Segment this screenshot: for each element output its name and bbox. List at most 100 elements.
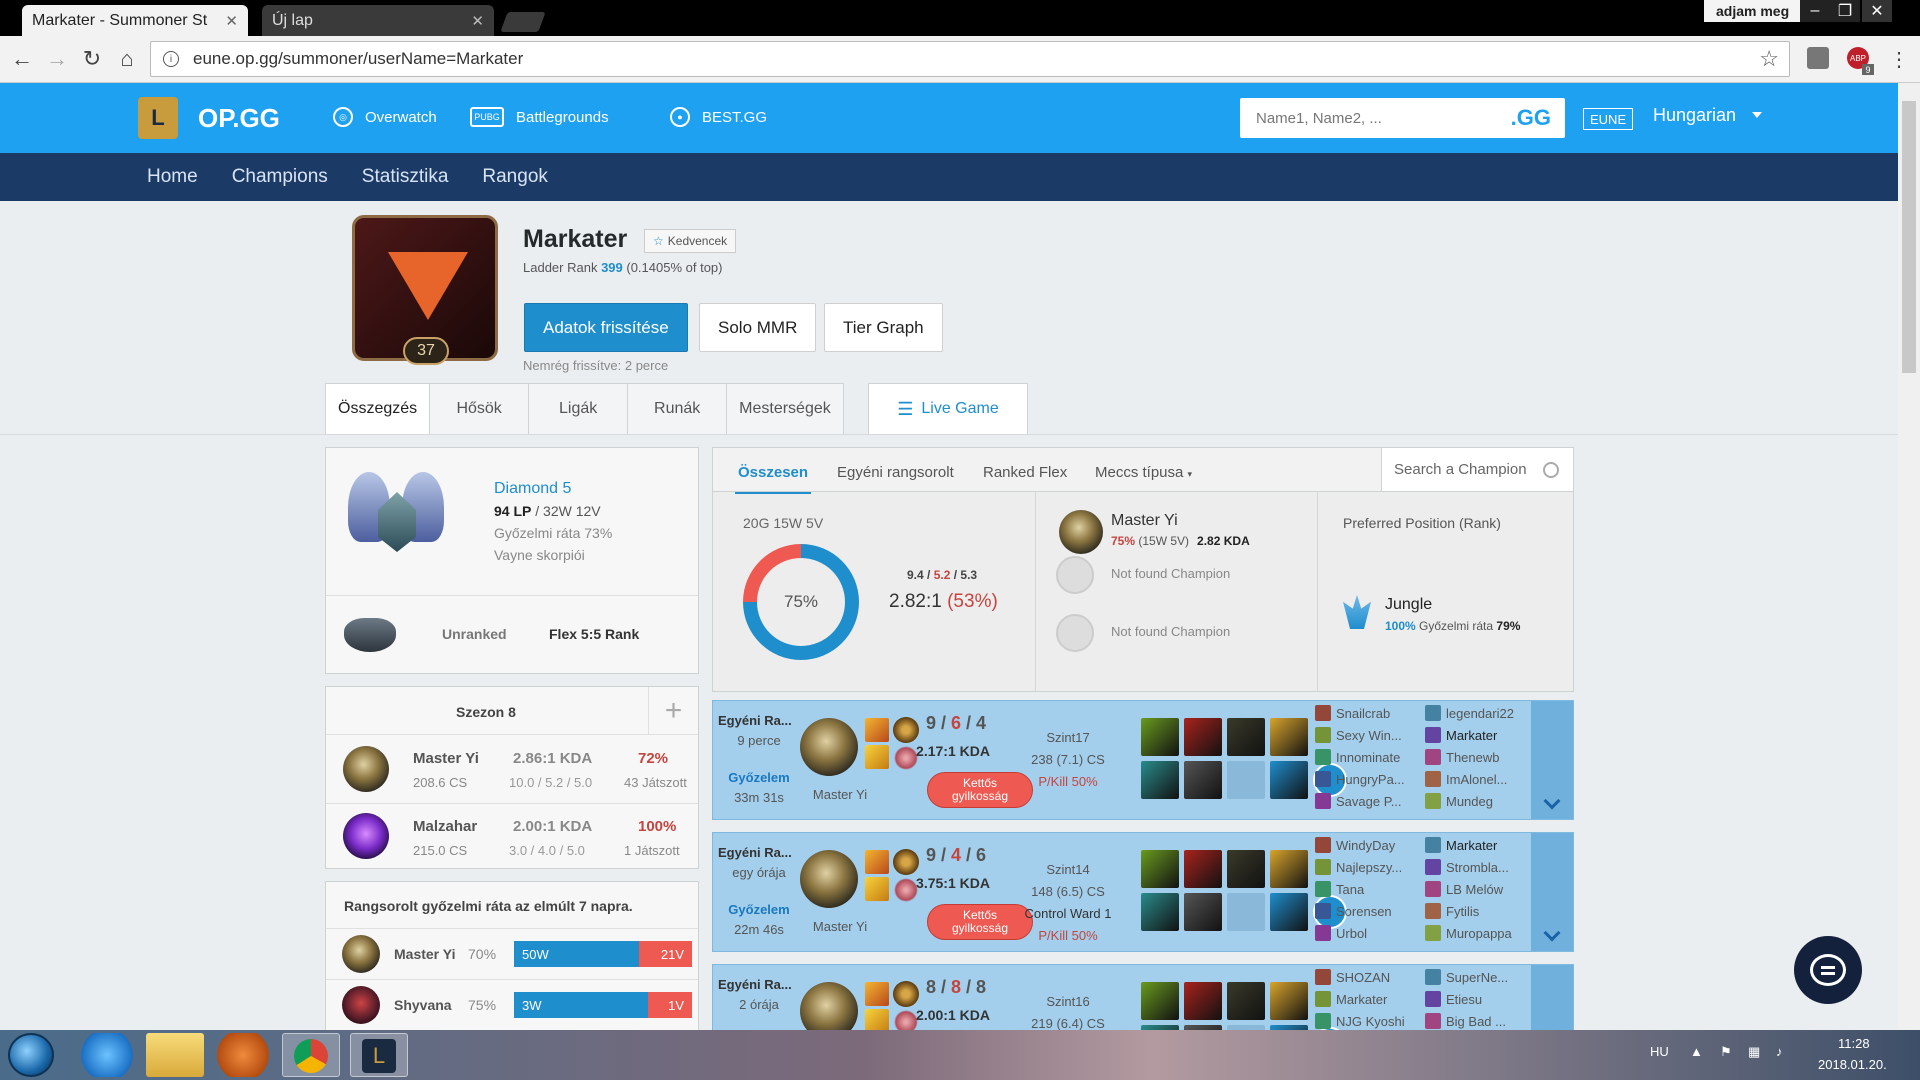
close-tab-icon[interactable]: ✕ [225, 12, 238, 30]
item-icon[interactable] [1184, 893, 1222, 931]
team1-player[interactable]: WindyDay [1315, 837, 1395, 853]
team1-player[interactable]: Sorensen [1315, 903, 1392, 919]
item-icon[interactable] [1184, 982, 1222, 1020]
team1-player[interactable]: NJG Kyoshi [1315, 1013, 1405, 1029]
volume-icon[interactable]: ♪ [1776, 1044, 1783, 1059]
nav-champions[interactable]: Champions [232, 166, 328, 188]
season-champion-row[interactable]: Malzahar 215.0 CS 2.00:1 KDA 3.0 / 4.0 /… [326, 803, 698, 869]
tray-flag-icon[interactable]: ⚑ [1720, 1044, 1732, 1060]
tray-expand-icon[interactable]: ▲ [1690, 1044, 1703, 1059]
item-icon[interactable] [1270, 893, 1308, 931]
team2-player[interactable]: Etiesu [1425, 991, 1482, 1007]
plus-icon[interactable]: + [648, 687, 698, 735]
network-icon[interactable]: ▦ [1748, 1044, 1760, 1060]
tab-summary[interactable]: Összegzés [325, 383, 431, 435]
search-submit-button[interactable]: .GG [1511, 105, 1551, 131]
team2-player[interactable]: Muropappa [1425, 925, 1512, 941]
master-yi-avatar[interactable] [800, 850, 858, 908]
minimize-icon[interactable]: – [1800, 0, 1830, 22]
item-icon[interactable] [1141, 893, 1179, 931]
tier-name[interactable]: Diamond 5 [494, 480, 571, 498]
scrollbar[interactable] [1898, 83, 1920, 1030]
tab-leagues[interactable]: Ligák [528, 383, 629, 435]
filter-all[interactable]: Összesen [734, 464, 812, 494]
team2-player[interactable]: ImAlonel... [1425, 771, 1507, 787]
menu-icon[interactable]: ⋮ [1885, 45, 1913, 73]
item-icon[interactable] [1270, 761, 1308, 799]
update-button[interactable]: Adatok frissítése [524, 303, 688, 352]
filter-match-type[interactable]: Meccs típusa ▾ [1095, 464, 1192, 481]
filter-solo[interactable]: Egyéni rangsorolt [837, 464, 954, 481]
clock-date[interactable]: 2018.01.20. [1818, 1057, 1887, 1072]
item-icon[interactable] [1270, 982, 1308, 1020]
match-row[interactable]: Egyéni Ra... 9 perce Győzelem 33m 31s Master… [712, 700, 1574, 820]
team1-player[interactable]: Savage P... [1315, 793, 1402, 809]
item-icon[interactable] [1141, 718, 1179, 756]
tab-champions[interactable]: Hősök [429, 383, 530, 435]
item-icon[interactable] [1227, 893, 1265, 931]
item-icon[interactable] [1141, 850, 1179, 888]
team1-player[interactable]: SHOZAN [1315, 969, 1390, 985]
nav-statistics[interactable]: Statisztika [362, 166, 449, 188]
team2-player[interactable]: legendari22 [1425, 705, 1514, 721]
close-window-icon[interactable]: ✕ [1862, 0, 1892, 22]
new-tab-button[interactable] [500, 12, 546, 32]
team1-player[interactable]: HungryPa... [1315, 771, 1405, 787]
champion-search-input[interactable]: Search a Champion [1381, 448, 1573, 491]
tab-masteries[interactable]: Mesterségek [726, 383, 844, 435]
master-yi-avatar[interactable] [800, 718, 858, 776]
site-logo[interactable]: L OP.GG [138, 97, 280, 139]
team2-player[interactable]: Fytilis [1425, 903, 1479, 919]
chevron-down-icon[interactable] [1752, 112, 1762, 118]
team2-player[interactable]: Big Bad ... [1425, 1013, 1506, 1029]
restore-icon[interactable]: ❐ [1830, 0, 1860, 22]
item-icon[interactable] [1184, 761, 1222, 799]
team2-player[interactable]: SuperNe... [1425, 969, 1508, 985]
chat-button[interactable] [1794, 936, 1862, 1004]
team2-player[interactable]: Markater [1425, 837, 1497, 853]
team1-player[interactable]: Sexy Win... [1315, 727, 1402, 743]
item-icon[interactable] [1227, 718, 1265, 756]
team2-player[interactable]: Mundeg [1425, 793, 1493, 809]
file-explorer-icon[interactable] [146, 1033, 204, 1077]
item-icon[interactable] [1227, 850, 1265, 888]
back-icon[interactable]: ← [8, 45, 36, 73]
extension-icon[interactable] [1807, 47, 1829, 69]
input-language[interactable]: HU [1650, 1044, 1669, 1059]
team1-player[interactable]: Urbol [1315, 925, 1367, 941]
search-icon[interactable] [1543, 461, 1559, 478]
nav-battlegrounds[interactable]: PUBG Battlegrounds [470, 107, 609, 127]
tab-live-game[interactable]: ☰ Live Game [868, 383, 1028, 435]
item-icon[interactable] [1141, 761, 1179, 799]
browser-tab-active[interactable]: OP.GG Markater - Summoner St ✕ [22, 5, 686, 252]
internet-explorer-icon[interactable] [78, 1033, 136, 1077]
nav-home[interactable]: Home [147, 166, 198, 188]
season-champion-row[interactable]: Master Yi 208.6 CS 2.86:1 KDA 10.0 / 5.2… [326, 736, 698, 802]
team2-player[interactable]: Markater [1425, 727, 1497, 743]
tier-graph-button[interactable]: Tier Graph [824, 303, 943, 352]
close-tab-icon[interactable]: ✕ [471, 12, 484, 30]
team1-player[interactable]: Innominate [1315, 749, 1400, 765]
favorite-button[interactable]: ☆ Kedvencek [644, 229, 737, 253]
item-icon[interactable] [1227, 761, 1265, 799]
clock-time[interactable]: 11:28 [1838, 1036, 1870, 1051]
team2-player[interactable]: Thenewb [1425, 749, 1499, 765]
team2-player[interactable]: Strombla... [1425, 859, 1509, 875]
team2-player[interactable]: LB Melów [1425, 881, 1503, 897]
chrome-icon[interactable] [282, 1033, 340, 1077]
reload-icon[interactable]: ↻ [78, 45, 106, 73]
item-icon[interactable] [1184, 850, 1222, 888]
team1-player[interactable]: Snailcrab [1315, 705, 1390, 721]
region-badge[interactable]: EUNE [1583, 108, 1634, 130]
forward-icon[interactable]: → [43, 45, 71, 73]
item-icon[interactable] [1184, 718, 1222, 756]
bookmark-star-icon[interactable]: ☆ [1759, 46, 1779, 72]
browser-tab-new[interactable]: Új lap ✕ [262, 5, 494, 36]
expand-match-button[interactable] [1531, 701, 1573, 819]
info-icon[interactable]: i [163, 51, 179, 67]
home-icon[interactable]: ⌂ [113, 45, 141, 73]
team1-player[interactable]: Najlepszy... [1315, 859, 1402, 875]
team1-player[interactable]: Markater [1315, 991, 1387, 1007]
match-row[interactable]: Egyéni Ra... egy órája Győzelem 22m 46s Mast… [712, 832, 1574, 952]
nav-rankings[interactable]: Rangok [482, 166, 548, 188]
